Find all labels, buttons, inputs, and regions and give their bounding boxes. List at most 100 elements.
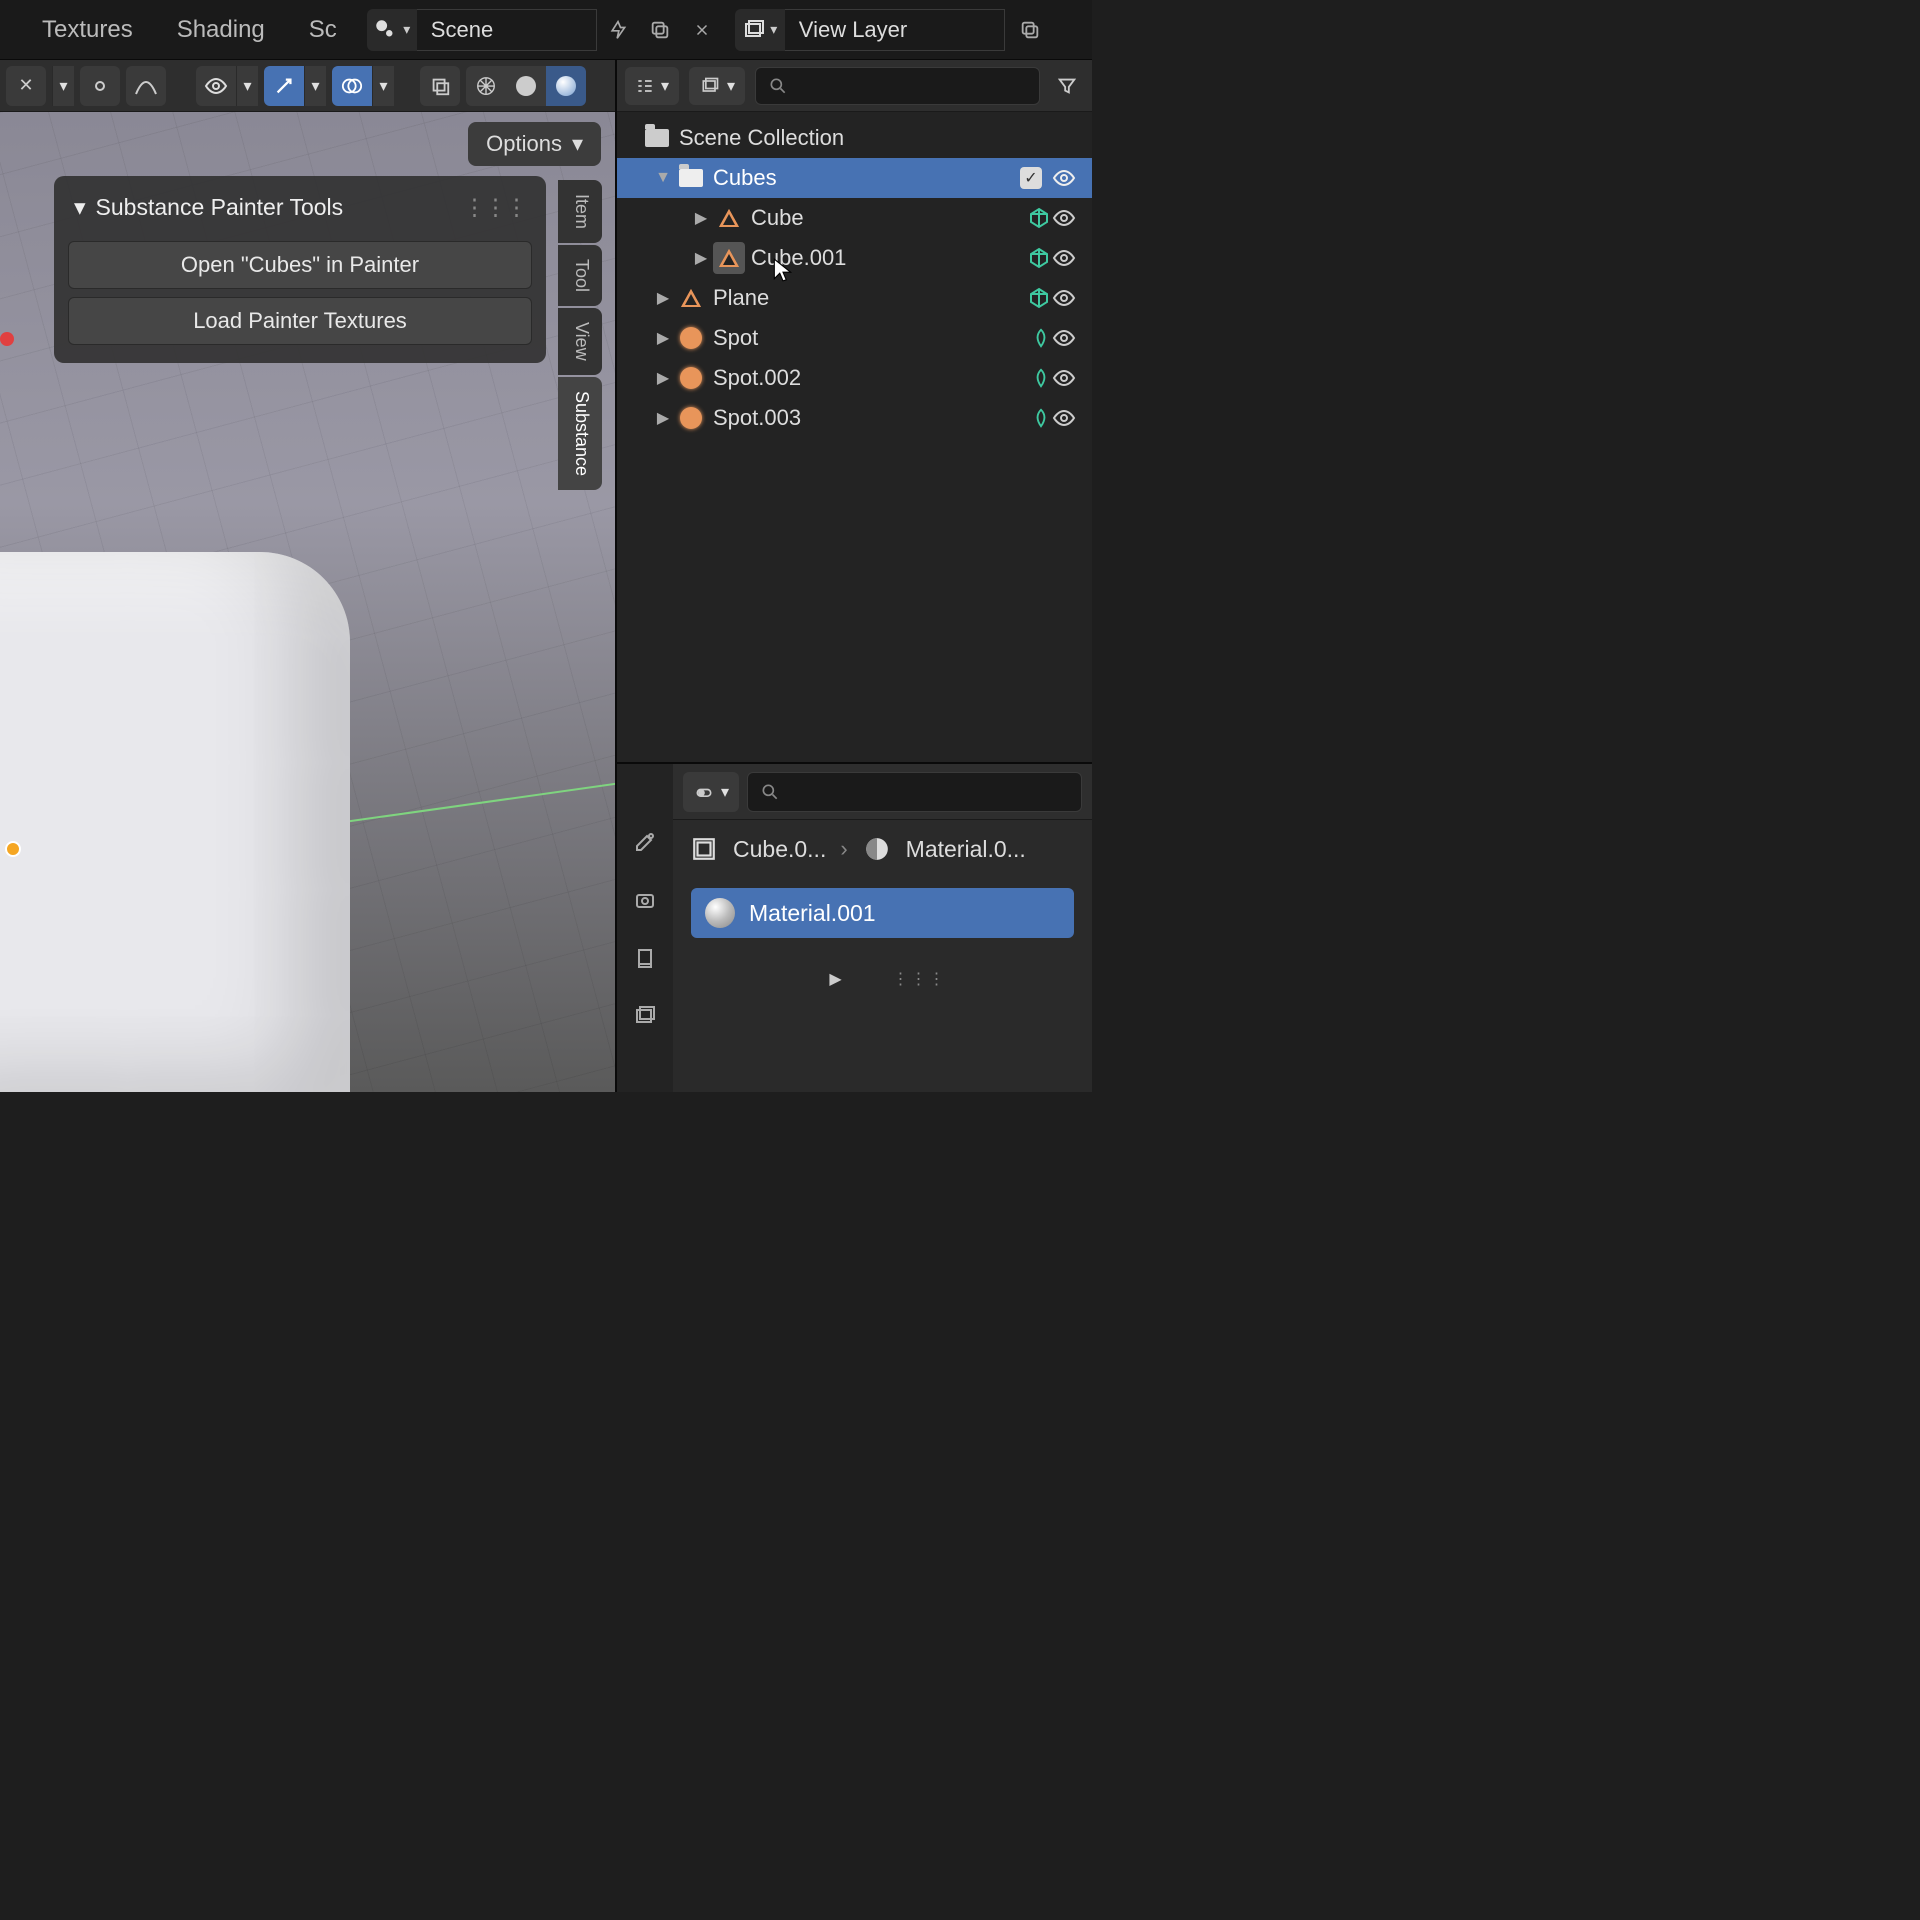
eye-icon[interactable] <box>1052 209 1082 227</box>
tree-label: Spot <box>713 325 1018 351</box>
outliner-display-mode[interactable]: ▾ <box>625 67 679 105</box>
tree-label: Cubes <box>713 165 1020 191</box>
ptab-viewlayer[interactable] <box>627 998 663 1034</box>
options-label: Options <box>486 131 562 157</box>
open-in-painter-button[interactable]: Open "Cubes" in Painter <box>68 241 532 289</box>
tree-row-spot003[interactable]: ▶ Spot.003 <box>617 398 1092 438</box>
ptab-tool[interactable] <box>627 824 663 860</box>
grip-icon[interactable]: ⋮⋮⋮ <box>893 969 947 989</box>
eye-icon[interactable] <box>1052 329 1082 347</box>
copy-viewlayer-icon[interactable] <box>1009 9 1051 51</box>
properties-mode-dropdown[interactable]: ▾ <box>683 772 739 812</box>
eye-icon[interactable] <box>1052 169 1082 187</box>
tree-label: Cube <box>751 205 1014 231</box>
tab-textures[interactable]: Textures <box>20 0 155 59</box>
mesh-icon <box>713 202 745 234</box>
eye-icon[interactable] <box>1052 249 1082 267</box>
shading-solid[interactable] <box>506 66 546 106</box>
tab-scripting-cut[interactable]: Sc <box>287 0 359 59</box>
side-tab-item[interactable]: Item <box>558 180 602 243</box>
material-slot[interactable]: Material.001 <box>691 888 1074 938</box>
light-data-icon[interactable] <box>1030 327 1052 349</box>
eye-icon[interactable] <box>1052 409 1082 427</box>
chevron-down-icon <box>399 21 410 39</box>
properties-breadcrumb: Cube.0... › Material.0... <box>673 820 1092 878</box>
tree-label: Spot.003 <box>713 405 982 431</box>
scene-icon[interactable] <box>367 9 417 51</box>
side-tab-tool[interactable]: Tool <box>558 245 602 306</box>
ptab-output[interactable] <box>627 940 663 976</box>
pin-icon[interactable] <box>597 9 639 51</box>
x-axis-endpoint <box>0 332 14 346</box>
load-painter-textures-button[interactable]: Load Painter Textures <box>68 297 532 345</box>
side-tab-substance[interactable]: Substance <box>558 377 602 490</box>
chevron-down-icon[interactable]: ▾ <box>372 66 394 106</box>
side-tab-view[interactable]: View <box>558 308 602 375</box>
xray-toggle[interactable] <box>420 66 460 106</box>
outliner-search[interactable] <box>755 67 1040 105</box>
chevron-down-icon[interactable]: ▾ <box>52 66 74 106</box>
play-icon[interactable]: ▶ <box>819 962 853 996</box>
viewlayer-icon[interactable] <box>735 9 785 51</box>
ptab-render[interactable] <box>627 882 663 918</box>
substance-painter-panel: ▾ Substance Painter Tools ⋮⋮⋮ Open "Cube… <box>54 176 546 363</box>
grip-icon[interactable]: ⋮⋮⋮ <box>463 194 526 221</box>
viewport-toolbar: ✕ ▾ ▾ ▾ ▾ <box>0 60 615 112</box>
eye-icon[interactable] <box>1052 289 1082 307</box>
close-scene-icon[interactable] <box>681 9 723 51</box>
tree-row-cubes-collection[interactable]: ▼ Cubes ✓ <box>617 158 1092 198</box>
tree-row-cube[interactable]: ▶ Cube <box>617 198 1092 238</box>
tree-label: Plane <box>713 285 1014 311</box>
eye-icon[interactable] <box>1052 369 1082 387</box>
tree-row-spot002[interactable]: ▶ Spot.002 <box>617 358 1092 398</box>
properties-search[interactable] <box>747 772 1082 812</box>
viewlayer-name-field[interactable]: View Layer <box>785 9 1005 51</box>
panel-header[interactable]: ▾ Substance Painter Tools ⋮⋮⋮ <box>68 190 532 233</box>
breadcrumb-material[interactable]: Material.0... <box>906 836 1026 863</box>
disclosure-arrow[interactable]: ▶ <box>651 288 675 308</box>
object-icon <box>689 834 719 864</box>
tree-label: Spot.002 <box>713 365 982 391</box>
copy-scene-icon[interactable] <box>639 9 681 51</box>
tree-row-scene-collection[interactable]: Scene Collection <box>617 118 1092 158</box>
chevron-down-icon[interactable]: ▾ <box>304 66 326 106</box>
tree-row-plane[interactable]: ▶ Plane <box>617 278 1092 318</box>
disclosure-arrow[interactable]: ▶ <box>689 208 713 228</box>
breadcrumb-object[interactable]: Cube.0... <box>733 836 826 863</box>
mesh-data-icon[interactable] <box>1026 206 1052 230</box>
visibility-dropdown[interactable] <box>196 66 236 106</box>
disclosure-arrow[interactable]: ▶ <box>651 408 675 428</box>
tree-label: Cube.001 <box>751 245 978 271</box>
filter-icon[interactable] <box>1050 67 1084 105</box>
options-dropdown[interactable]: Options ▾ <box>468 122 601 166</box>
scene-name-field[interactable]: Scene <box>417 9 597 51</box>
orientation-dropdown[interactable]: ✕ <box>6 66 46 106</box>
disclosure-arrow[interactable]: ▶ <box>651 328 675 348</box>
shading-wireframe[interactable] <box>466 66 506 106</box>
shading-material[interactable] <box>546 66 586 106</box>
panel-title: Substance Painter Tools <box>96 194 344 221</box>
gizmo-toggle[interactable] <box>264 66 304 106</box>
snap-curve-icon[interactable] <box>126 66 166 106</box>
pivot-dropdown[interactable] <box>80 66 120 106</box>
mesh-data-icon[interactable] <box>1026 246 1052 270</box>
disclosure-arrow[interactable]: ▼ <box>651 169 675 187</box>
tab-shading[interactable]: Shading <box>155 0 287 59</box>
outliner-tree[interactable]: Scene Collection ▼ Cubes ✓ ▶ Cube ▶ <box>617 112 1092 762</box>
scene-selector[interactable]: Scene <box>367 9 597 51</box>
overlay-toggle[interactable] <box>332 66 372 106</box>
disclosure-arrow[interactable]: ▶ <box>689 248 713 268</box>
tree-row-cube001[interactable]: ▶ Cube.001 <box>617 238 1092 278</box>
light-data-icon[interactable] <box>1030 407 1052 429</box>
search-icon <box>768 76 788 96</box>
collection-enable-checkbox[interactable]: ✓ <box>1020 167 1042 189</box>
material-preview-icon <box>705 898 735 928</box>
chevron-down-icon[interactable]: ▾ <box>236 66 258 106</box>
viewlayer-selector[interactable]: View Layer <box>735 9 1005 51</box>
disclosure-arrow[interactable]: ▶ <box>651 368 675 388</box>
tree-row-spot[interactable]: ▶ Spot <box>617 318 1092 358</box>
light-data-icon[interactable] <box>1030 367 1052 389</box>
mesh-data-icon[interactable] <box>1026 286 1052 310</box>
outliner-view-mode[interactable]: ▾ <box>689 67 745 105</box>
mesh-icon <box>713 242 745 274</box>
